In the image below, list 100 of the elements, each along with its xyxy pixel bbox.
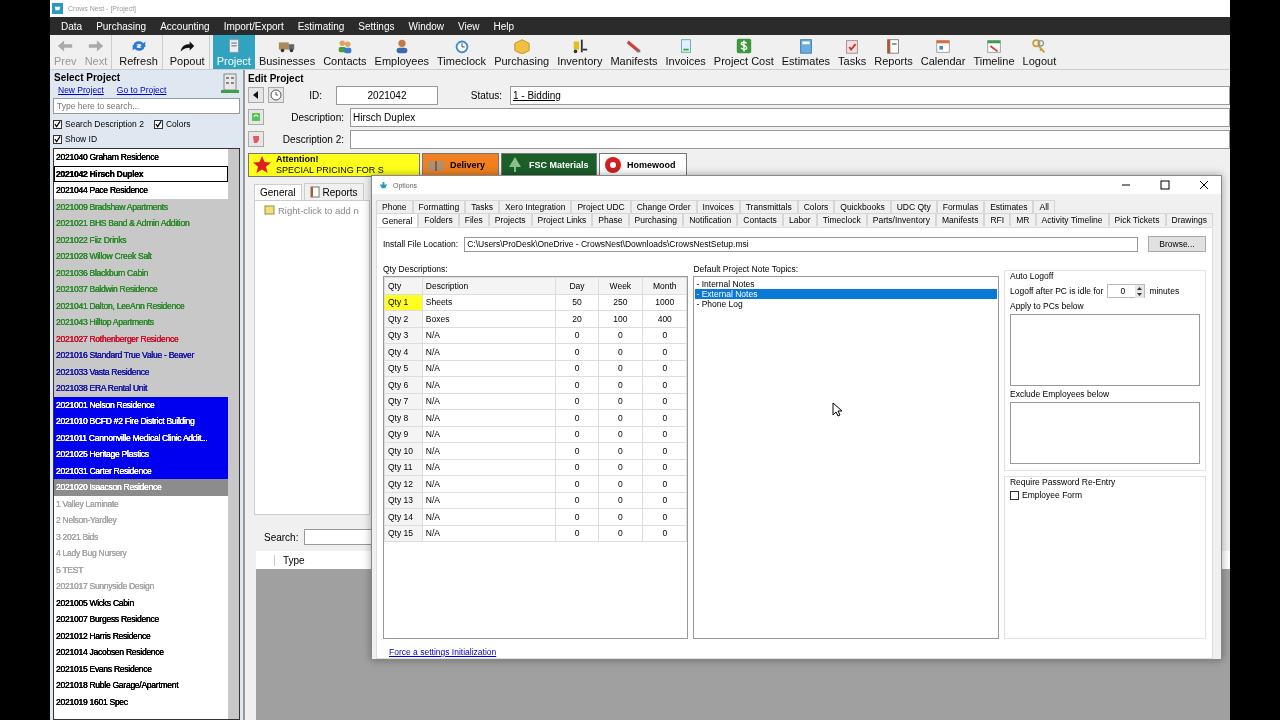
tab[interactable]: Phase	[592, 213, 629, 226]
toolbar-button[interactable]: Project Cost	[709, 35, 778, 69]
tab[interactable]: Formatting	[412, 200, 466, 213]
tab[interactable]: RFI	[984, 213, 1011, 226]
link[interactable]: Force a settings Initialization	[389, 647, 1206, 657]
menu-item[interactable]: Window	[401, 20, 452, 32]
tab[interactable]: Estimates	[984, 200, 1034, 213]
tab[interactable]: Project Links	[531, 213, 593, 226]
toolbar-button[interactable]: Contacts	[319, 35, 371, 69]
banner[interactable]: FSC Materials	[501, 153, 597, 177]
tab[interactable]: Notification	[683, 213, 738, 226]
list-item[interactable]: - External Notes	[695, 289, 997, 299]
banner[interactable]: Homewood	[599, 153, 687, 177]
menu-item[interactable]: Settings	[351, 20, 402, 32]
project-item[interactable]: 2021016 Standard True Value - Beaver	[54, 347, 228, 364]
toolbar-button[interactable]: Popout	[165, 35, 210, 69]
checkbox[interactable]	[1009, 490, 1019, 500]
table-cell: N/A	[422, 409, 556, 426]
tab[interactable]: Colors	[797, 200, 835, 213]
tab[interactable]: Labor	[782, 213, 817, 226]
list-box[interactable]	[1009, 314, 1200, 386]
column-header: Qty	[384, 277, 423, 294]
toolbar-button[interactable]: Inventory	[553, 35, 607, 69]
menu-item[interactable]: Import/Export	[216, 20, 291, 32]
list-item[interactable]: - Phone Log	[695, 299, 997, 309]
toolbar-button[interactable]: Manifests	[606, 35, 662, 69]
list-item[interactable]: - Internal Notes	[695, 279, 997, 289]
tab[interactable]: Project UDC	[571, 200, 631, 213]
tab[interactable]: Contacts	[737, 213, 783, 226]
text-field[interactable]	[350, 129, 1230, 149]
scrollbar[interactable]	[228, 149, 239, 719]
tab[interactable]: Files	[458, 213, 489, 226]
toolbar-button[interactable]: Tasks	[834, 35, 871, 69]
project-item[interactable]: 2021043 Hilltop Apartments	[54, 314, 228, 331]
banner[interactable]: Attention! SPECIAL PRICING FOR S	[248, 153, 420, 177]
tab[interactable]: Tasks	[465, 200, 499, 213]
menu-item[interactable]: Help	[486, 20, 522, 32]
menu-item[interactable]: Data	[54, 20, 90, 32]
banner[interactable]: Delivery	[422, 153, 499, 177]
tab[interactable]: Transmittals	[739, 200, 798, 213]
tab[interactable]: Projects	[488, 213, 532, 226]
tab[interactable]: Xero Integration	[498, 200, 572, 213]
toolbar-button[interactable]: Logout	[1018, 35, 1061, 69]
toolbar-button[interactable]: Purchasing	[490, 35, 554, 69]
tab[interactable]: Invoices	[696, 200, 740, 213]
tab[interactable]: Folders	[418, 213, 459, 226]
checkbox[interactable]	[53, 119, 62, 129]
project-item[interactable]: 2021038 ERA Rental Unit	[54, 380, 228, 397]
toolbar-button[interactable]: Employees	[370, 35, 433, 69]
tab[interactable]: General	[254, 184, 302, 200]
link[interactable]: New Project	[58, 85, 104, 95]
list-box[interactable]	[1009, 402, 1200, 464]
project-item[interactable]: 2021037 Baldwin Residence	[54, 281, 228, 298]
project-item[interactable]: 2021028 Willow Creek Salt	[54, 248, 228, 265]
clock-button[interactable]	[268, 87, 284, 103]
toolbar-button[interactable]: Estimates	[777, 35, 835, 69]
tab[interactable]: Change Order	[630, 200, 697, 213]
tab[interactable]: Drawings	[1165, 213, 1214, 226]
toolbar-button[interactable]: Invoices	[661, 35, 710, 69]
tab[interactable]: Purchasing	[628, 213, 684, 226]
toolbar-button[interactable]: Refresh	[115, 35, 163, 69]
tab[interactable]: Parts/Inventory	[866, 213, 936, 226]
menu-item[interactable]: Purchasing	[89, 20, 154, 32]
toolbar-button[interactable]: Timeline	[969, 35, 1019, 69]
toolbar-button[interactable]: Businesses	[254, 35, 320, 69]
tab[interactable]: Pick Tickets	[1108, 213, 1166, 226]
tab[interactable]: MR	[1010, 213, 1036, 226]
toolbar-button[interactable]: Calendar	[916, 35, 970, 69]
tab[interactable]: Phone	[376, 200, 413, 213]
tab[interactable]: General	[376, 213, 419, 227]
text-field[interactable]: Hirsch Duplex	[350, 107, 1230, 127]
toolbar-button[interactable]: Reports	[870, 35, 917, 69]
menu-item[interactable]: Estimating	[290, 20, 352, 32]
browse-button[interactable]: Browse...	[1148, 236, 1206, 252]
tab[interactable]: Activity Timeline	[1035, 213, 1109, 226]
tab[interactable]: Timeclock	[816, 213, 867, 226]
status-field[interactable]: 1 - Bidding	[510, 85, 1230, 105]
table-cell: N/A	[422, 442, 556, 459]
project-item[interactable]: 2021025 Heritage Plastics	[54, 446, 228, 463]
menu-item[interactable]: View	[451, 20, 487, 32]
table-cell: N/A	[422, 525, 556, 542]
link[interactable]: Go to Project	[116, 85, 167, 95]
checkbox[interactable]	[153, 119, 163, 129]
id-field[interactable]: 2021042	[336, 85, 438, 105]
toolbar-button[interactable]: Timeclock	[433, 35, 491, 69]
spin-field[interactable]: 0	[1107, 284, 1146, 298]
menu-item[interactable]: Accounting	[153, 20, 217, 32]
tab[interactable]: Reports	[303, 183, 364, 200]
search-field[interactable]: Type here to search...	[53, 98, 240, 114]
tab[interactable]: Manifests	[936, 213, 985, 226]
tab[interactable]: All	[1033, 200, 1055, 213]
tab[interactable]: Quickbooks	[834, 200, 891, 213]
tab[interactable]: Formulas	[936, 200, 985, 213]
tab[interactable]: UDC Qty	[890, 200, 937, 213]
close-icon	[1199, 180, 1209, 190]
pen-icon	[624, 38, 643, 54]
path-field[interactable]: C:\Users\ProDesk\OneDrive - CrowsNest\Downloads\CrowsNestSetup.msi	[464, 236, 1138, 252]
back-button[interactable]	[248, 87, 264, 103]
checkbox[interactable]	[53, 134, 62, 144]
project-item[interactable]: 2021010 BCFD #2 Fire District Building	[54, 413, 228, 430]
